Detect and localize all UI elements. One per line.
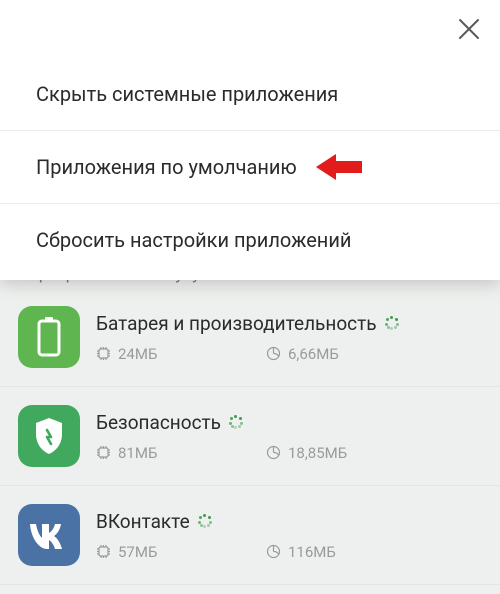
menu-item-hide-system[interactable]: Скрыть системные приложения (0, 58, 500, 131)
menu-item-label: Скрыть системные приложения (36, 82, 338, 106)
highlight-arrow-icon (316, 152, 362, 182)
menu-item-label: Сбросить настройки приложений (36, 228, 351, 252)
menu-item-label: Приложения по умолчанию (36, 155, 297, 179)
menu-item-default-apps[interactable]: Приложения по умолчанию (0, 131, 500, 204)
menu-header (0, 0, 500, 58)
close-icon[interactable] (456, 16, 482, 42)
options-menu: Скрыть системные приложения Приложения п… (0, 0, 500, 280)
menu-item-reset-prefs[interactable]: Сбросить настройки приложений (0, 204, 500, 280)
